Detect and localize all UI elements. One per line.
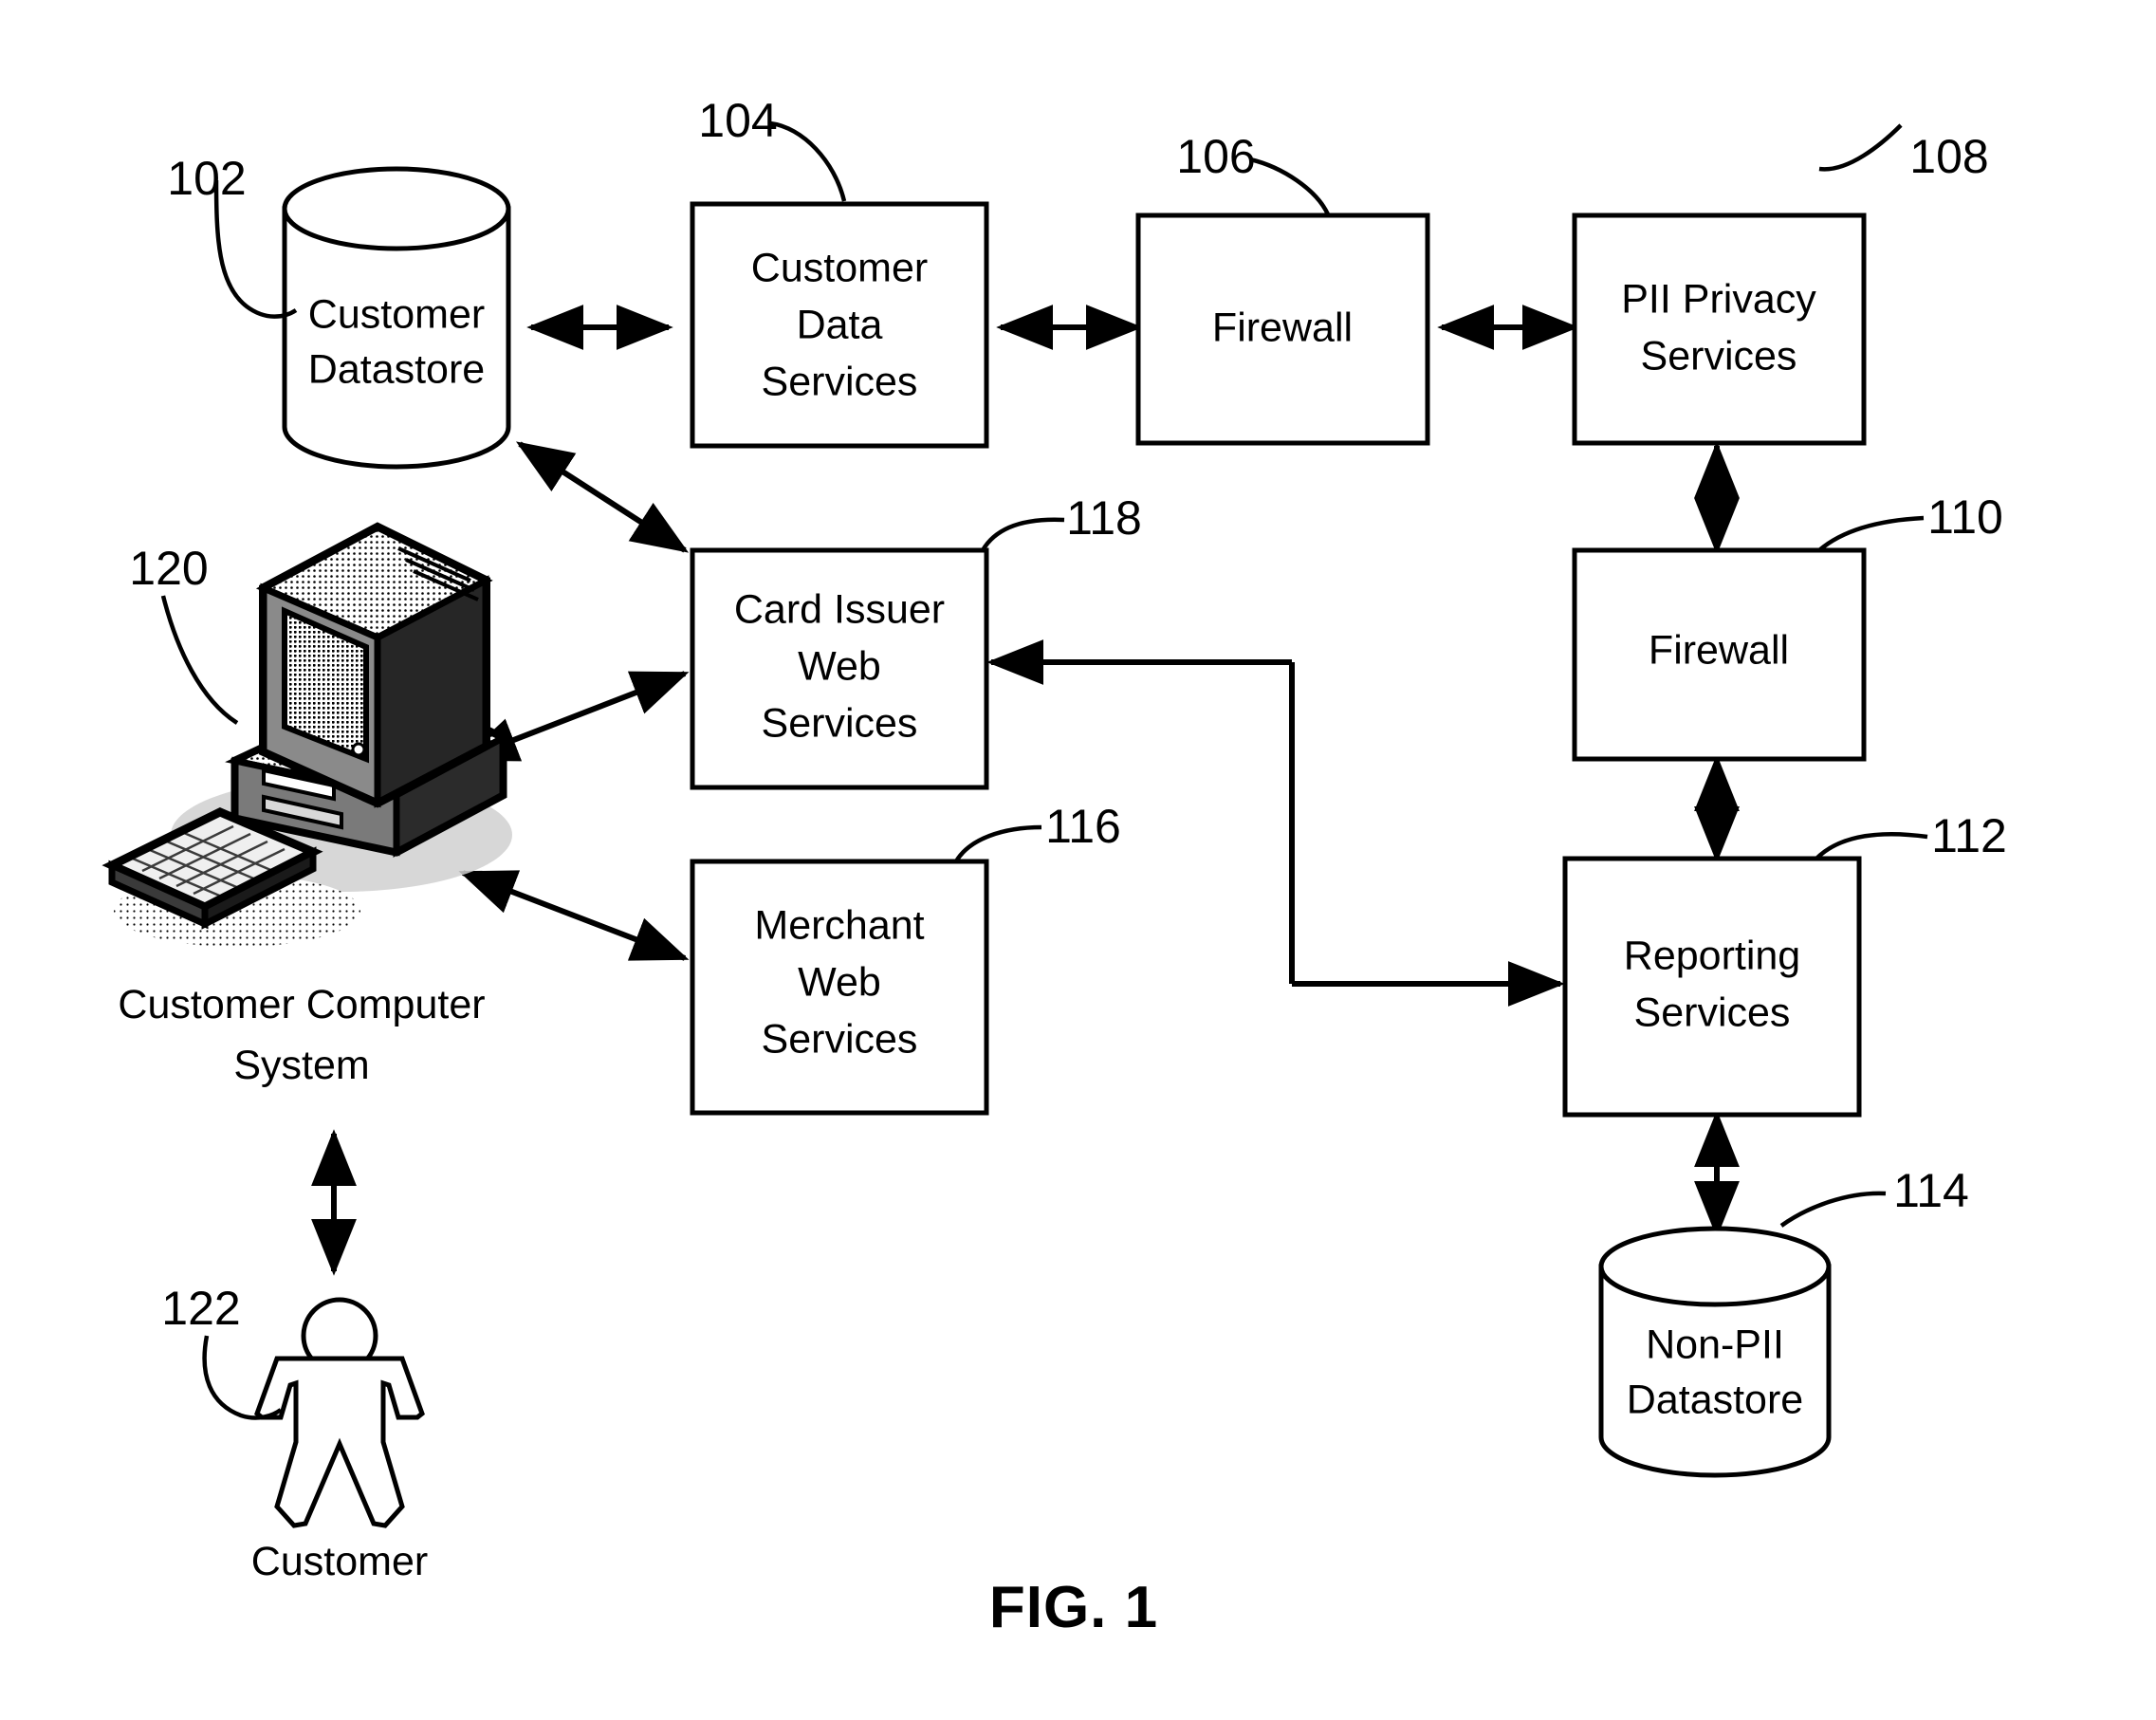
firewall-2-label: Firewall: [1649, 627, 1789, 673]
node-customer-person[interactable]: Customer: [251, 1297, 428, 1584]
computer-monitor: [255, 522, 493, 808]
ref-num-110-text: 110: [1927, 490, 2003, 544]
leader-line-118: [981, 517, 1065, 552]
node-firewall-2[interactable]: Firewall: [1572, 547, 1867, 762]
reference-numeral-106: 106: [1176, 130, 1331, 216]
card-issuer-label-line2: Web: [798, 643, 881, 689]
pii-privacy-services-label-line1: PII Privacy: [1621, 276, 1816, 322]
leader-line-120: [160, 595, 239, 725]
reference-numeral-102: 102: [167, 152, 298, 319]
node-customer-data-services[interactable]: Customer Data Services: [690, 201, 989, 449]
figure-caption: FIG. 1: [989, 1575, 1158, 1640]
patent-figure-1: Customer Datastore 102 Customer Data Ser…: [0, 0, 2156, 1720]
node-firewall-1[interactable]: Firewall: [1135, 213, 1430, 446]
connector-datastore-to-card-issuer: [515, 441, 690, 553]
person-body-icon: [254, 1356, 425, 1528]
reference-numeral-120: 120: [129, 542, 239, 725]
leader-line-110: [1817, 515, 1925, 552]
ref-num-120-text: 120: [129, 542, 208, 595]
non-pii-datastore-label-line1: Non-PII: [1646, 1322, 1784, 1367]
box-pii-privacy-services: [1572, 213, 1867, 446]
node-merchant-web-services[interactable]: Merchant Web Services: [690, 859, 989, 1116]
firewall-1-label: Firewall: [1212, 305, 1353, 350]
ref-num-104-text: 104: [698, 94, 777, 147]
leader-line-116: [954, 824, 1042, 863]
card-issuer-label-line1: Card Issuer: [734, 586, 945, 632]
ref-num-108-text: 108: [1909, 130, 1988, 183]
reference-numeral-104: 104: [698, 94, 847, 202]
pii-privacy-services-label-line2: Services: [1641, 333, 1797, 379]
reference-numeral-118: 118: [981, 491, 1142, 552]
node-customer-datastore[interactable]: Customer Datastore: [282, 166, 511, 470]
diagram-canvas: Customer Datastore 102 Customer Data Ser…: [101, 94, 2007, 1640]
customer-data-services-label-line3: Services: [762, 359, 918, 404]
leader-line-106: [1249, 157, 1331, 216]
customer-datastore-label-line1: Customer: [308, 291, 485, 337]
merchant-web-label-line3: Services: [762, 1016, 918, 1062]
leader-line-112: [1815, 832, 1928, 860]
node-reporting-services[interactable]: Reporting Services: [1562, 856, 1862, 1118]
leader-line-108: [1818, 123, 1903, 172]
ref-num-102-text: 102: [167, 152, 246, 205]
reference-numeral-116: 116: [954, 800, 1121, 863]
cylinder-top-non-pii-datastore: [1598, 1226, 1832, 1307]
customer-computer-label-line2: System: [233, 1043, 369, 1088]
merchant-web-label-line2: Web: [798, 959, 881, 1005]
node-pii-privacy-services[interactable]: PII Privacy Services: [1572, 213, 1867, 446]
box-reporting-services: [1562, 856, 1862, 1118]
customer-computer-label-line1: Customer Computer: [118, 982, 485, 1027]
node-card-issuer-web-services[interactable]: Card Issuer Web Services: [690, 547, 989, 790]
reporting-services-label-line2: Services: [1634, 989, 1791, 1035]
customer-person-label: Customer: [251, 1539, 428, 1584]
node-customer-computer-system[interactable]: Customer Computer System: [101, 522, 512, 1088]
leader-line-104: [769, 120, 847, 202]
ref-num-114-text: 114: [1893, 1164, 1969, 1217]
non-pii-datastore-label-line2: Datastore: [1627, 1377, 1803, 1422]
card-issuer-label-line3: Services: [762, 700, 918, 746]
reference-numeral-108: 108: [1818, 123, 1989, 183]
ref-num-118-text: 118: [1066, 491, 1142, 545]
merchant-web-label-line1: Merchant: [754, 902, 924, 948]
ref-num-106-text: 106: [1176, 130, 1255, 183]
connections-layer: [311, 305, 1740, 1276]
reference-numeral-114: 114: [1779, 1164, 1969, 1228]
customer-datastore-label-line2: Datastore: [308, 346, 485, 392]
reporting-services-label-line1: Reporting: [1624, 933, 1800, 978]
connector-computer-to-merchant-web: [458, 870, 690, 961]
cylinder-top-customer-datastore: [282, 166, 511, 251]
reference-numeral-112: 112: [1815, 809, 2007, 862]
leader-line-114: [1779, 1191, 1887, 1228]
customer-data-services-label-line1: Customer: [751, 245, 928, 290]
customer-data-services-label-line2: Data: [797, 302, 883, 347]
ref-num-116-text: 116: [1045, 800, 1121, 853]
reference-numeral-110: 110: [1817, 490, 2003, 552]
ref-num-122-text: 122: [161, 1282, 240, 1335]
node-non-pii-datastore[interactable]: Non-PII Datastore: [1598, 1226, 1832, 1478]
ref-num-112-text: 112: [1931, 809, 2007, 862]
